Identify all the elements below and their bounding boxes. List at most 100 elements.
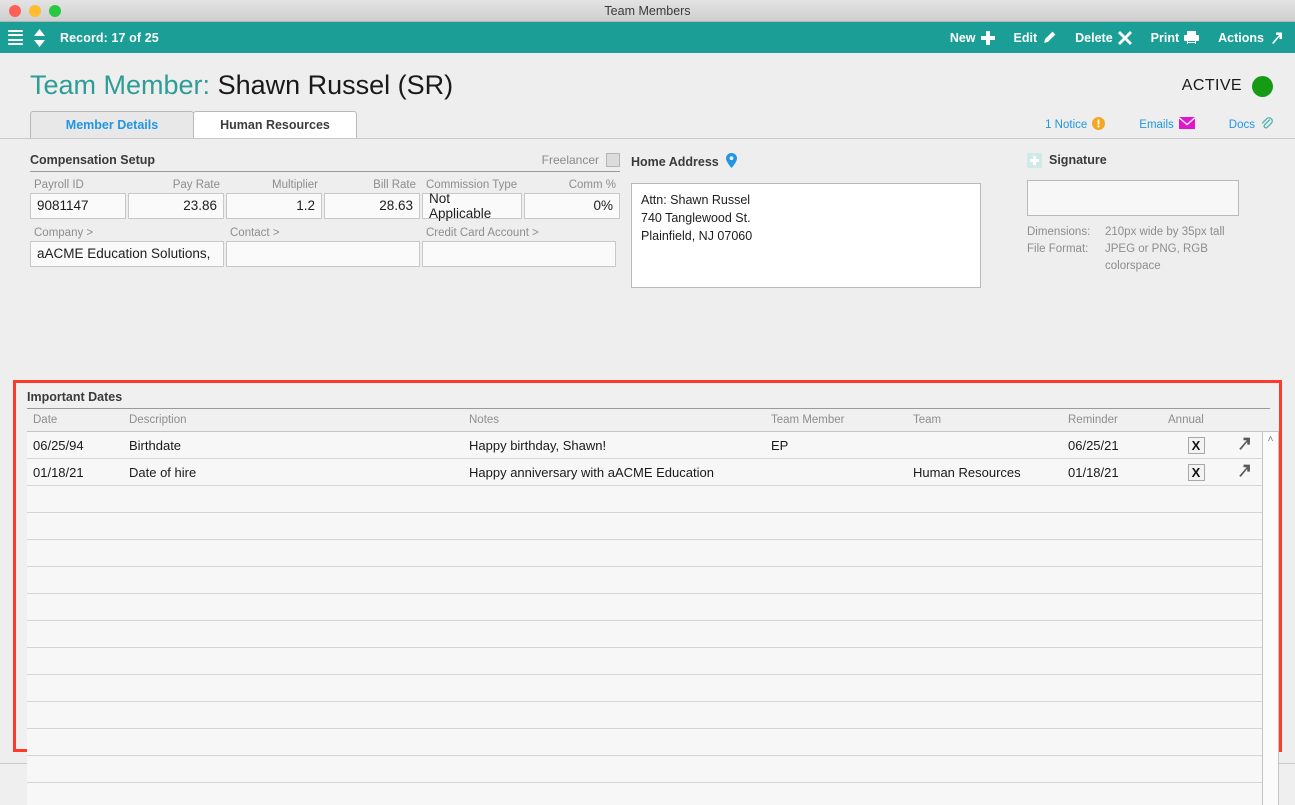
tab-bar: Member Details Human Resources 1 Notice … <box>0 101 1295 138</box>
table-row[interactable] <box>27 567 1262 594</box>
compensation-divider <box>30 171 620 172</box>
hamburger-icon[interactable] <box>8 27 23 48</box>
table-row[interactable] <box>27 729 1262 756</box>
page-header: Team Member: Shawn Russel (SR) ACTIVE <box>0 53 1295 101</box>
payroll-id-input[interactable]: 9081147 <box>30 193 126 219</box>
cell-reminder: 01/18/21 <box>1068 465 1168 480</box>
map-pin-icon[interactable] <box>726 153 737 171</box>
multiplier-label: Multiplier <box>226 179 322 193</box>
commission-type-field: Commission Type Not Applicable <box>422 179 522 219</box>
bill-rate-input[interactable]: 28.63 <box>324 193 420 219</box>
address-line-1: Attn: Shawn Russel <box>641 191 971 209</box>
cell-date: 01/18/21 <box>27 465 129 480</box>
table-row[interactable] <box>27 513 1262 540</box>
up-down-arrows-icon[interactable] <box>33 29 46 47</box>
new-button[interactable]: New <box>950 31 995 45</box>
annual-toggle-button[interactable]: X <box>1188 464 1205 481</box>
status-badge: ACTIVE <box>1182 76 1273 101</box>
table-row[interactable] <box>27 540 1262 567</box>
important-dates-panel: Important Dates Date Description Notes T… <box>13 380 1282 752</box>
edit-button[interactable]: Edit <box>1014 31 1057 45</box>
home-address-input[interactable]: Attn: Shawn Russel 740 Tanglewood St. Pl… <box>631 183 981 288</box>
notices-link-label: 1 Notice <box>1045 119 1087 131</box>
payroll-id-field: Payroll ID 9081147 <box>30 179 126 219</box>
column-header-notes: Notes <box>469 414 771 426</box>
signature-dimensions-label: Dimensions: <box>1027 224 1105 241</box>
print-button[interactable]: Print <box>1151 31 1199 45</box>
important-dates-table: 06/25/94BirthdateHappy birthday, Shawn!E… <box>27 431 1270 805</box>
table-row[interactable] <box>27 675 1262 702</box>
envelope-icon <box>1179 117 1195 132</box>
docs-link[interactable]: Docs <box>1229 117 1273 133</box>
header-links: 1 Notice Emails Docs <box>1045 117 1273 138</box>
window-title: Team Members <box>0 4 1295 18</box>
address-line-3: Plainfield, NJ 07060 <box>641 227 971 245</box>
signature-image-container[interactable] <box>1027 180 1239 216</box>
cell-annual: X <box>1168 437 1224 454</box>
comm-percent-label: Comm % <box>524 179 620 193</box>
page-title-name: Shawn Russel (SR) <box>218 70 454 100</box>
annual-toggle-button[interactable]: X <box>1188 437 1205 454</box>
emails-link-label: Emails <box>1139 119 1174 131</box>
x-mark-icon <box>1118 31 1132 45</box>
plus-badge-icon[interactable] <box>1027 153 1042 168</box>
go-to-record-icon[interactable] <box>1236 466 1251 481</box>
record-counter: Record: 17 of 25 <box>60 31 159 45</box>
credit-card-account-label[interactable]: Credit Card Account > <box>422 227 616 241</box>
cell-team_member: EP <box>771 438 913 453</box>
table-row[interactable]: 06/25/94BirthdateHappy birthday, Shawn!E… <box>27 432 1262 459</box>
status-indicator-icon <box>1252 76 1273 97</box>
page-body: Team Member: Shawn Russel (SR) ACTIVE Me… <box>0 53 1295 763</box>
company-label[interactable]: Company > <box>30 227 224 241</box>
status-label: ACTIVE <box>1182 77 1242 95</box>
home-address-title-row: Home Address <box>631 153 981 175</box>
column-header-team: Team <box>913 414 1068 426</box>
comm-percent-input[interactable]: 0% <box>524 193 620 219</box>
important-dates-divider <box>27 408 1270 409</box>
go-to-record-icon[interactable] <box>1236 439 1251 454</box>
company-input[interactable]: aACME Education Solutions, <box>30 241 224 267</box>
printer-icon <box>1184 31 1199 44</box>
cell-date: 06/25/94 <box>27 438 129 453</box>
actions-button[interactable]: Actions <box>1218 31 1283 45</box>
signature-format-row: File Format: JPEG or PNG, RGB colorspace <box>1027 241 1239 276</box>
signature-format-label: File Format: <box>1027 241 1105 276</box>
page-title-label: Team Member: <box>30 70 210 100</box>
multiplier-field: Multiplier 1.2 <box>226 179 322 219</box>
multiplier-input[interactable]: 1.2 <box>226 193 322 219</box>
window-title-bar: Team Members <box>0 0 1295 22</box>
contact-label[interactable]: Contact > <box>226 227 420 241</box>
cell-description: Date of hire <box>129 465 469 480</box>
table-row[interactable] <box>27 756 1262 783</box>
contact-input[interactable] <box>226 241 420 267</box>
compensation-setup-title: Compensation Setup <box>30 153 155 167</box>
bill-rate-label: Bill Rate <box>324 179 420 193</box>
tab-human-resources[interactable]: Human Resources <box>193 111 357 138</box>
delete-button[interactable]: Delete <box>1075 31 1132 45</box>
pay-rate-input[interactable]: 23.86 <box>128 193 224 219</box>
freelancer-field[interactable]: Freelancer <box>542 153 620 167</box>
table-scrollbar[interactable]: ˄ ˅ <box>1262 431 1279 805</box>
actions-button-label: Actions <box>1218 31 1264 45</box>
scroll-up-icon[interactable]: ˄ <box>1268 435 1274 445</box>
freelancer-checkbox[interactable] <box>606 153 620 167</box>
compensation-setup-title-row: Compensation Setup Freelancer <box>30 153 620 171</box>
paperclip-icon <box>1260 117 1273 133</box>
table-row[interactable] <box>27 783 1262 805</box>
table-row[interactable] <box>27 594 1262 621</box>
commission-type-input[interactable]: Not Applicable <box>422 193 522 219</box>
column-header-team-member: Team Member <box>771 414 913 426</box>
table-row[interactable] <box>27 702 1262 729</box>
tab-member-details[interactable]: Member Details <box>30 111 194 138</box>
credit-card-account-input[interactable] <box>422 241 616 267</box>
table-row[interactable] <box>27 648 1262 675</box>
table-row[interactable] <box>27 621 1262 648</box>
table-row[interactable]: 01/18/21Date of hireHappy anniversary wi… <box>27 459 1262 486</box>
emails-link[interactable]: Emails <box>1139 117 1195 132</box>
notices-link[interactable]: 1 Notice <box>1045 117 1105 133</box>
column-header-reminder: Reminder <box>1068 414 1168 426</box>
cell-annual: X <box>1168 464 1224 481</box>
signature-spacer <box>1027 172 1239 173</box>
bill-rate-field: Bill Rate 28.63 <box>324 179 420 219</box>
table-row[interactable] <box>27 486 1262 513</box>
